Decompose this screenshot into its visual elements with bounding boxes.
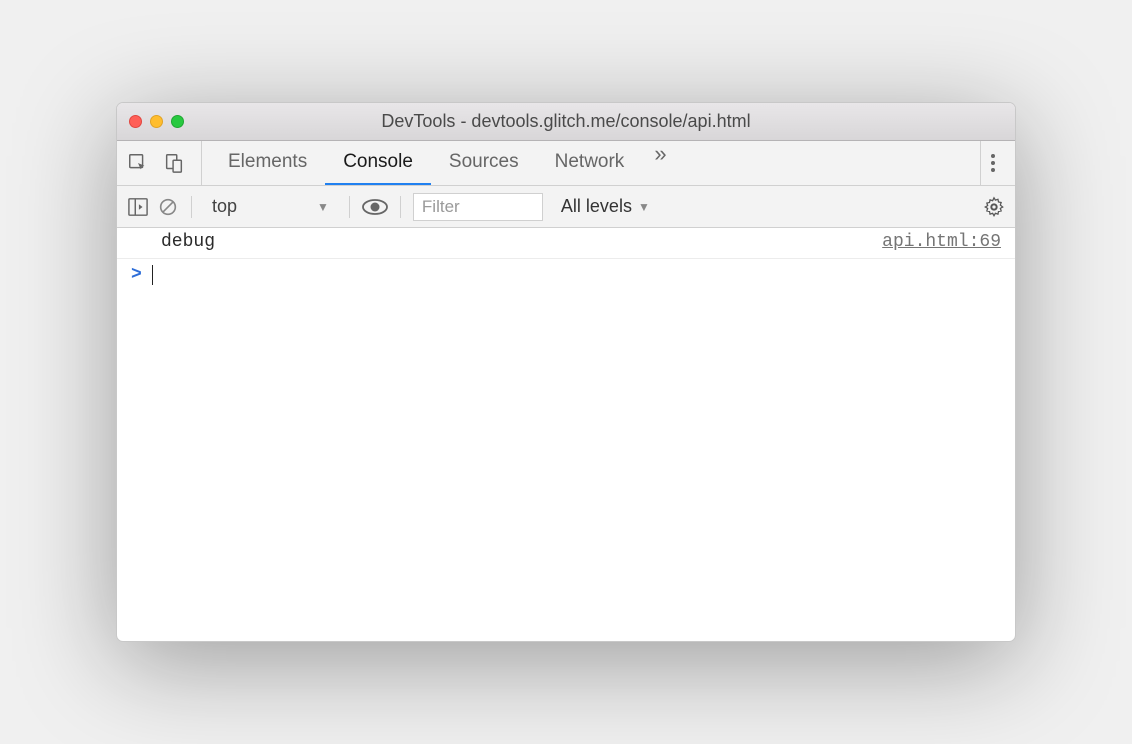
console-sidebar-toggle-icon[interactable] xyxy=(127,197,149,217)
log-levels-select[interactable]: All levels ▼ xyxy=(561,196,650,217)
more-tabs-button[interactable]: » xyxy=(642,141,678,185)
more-options-button[interactable] xyxy=(980,141,1005,185)
filter-input[interactable] xyxy=(413,193,543,221)
toolbar-separator xyxy=(191,196,192,218)
chevron-down-icon: ▼ xyxy=(638,200,650,214)
levels-label: All levels xyxy=(561,196,632,217)
tab-console[interactable]: Console xyxy=(325,141,431,185)
console-log-entry: debug api.html:69 xyxy=(117,228,1015,259)
clear-console-icon[interactable] xyxy=(157,196,179,218)
toolbar-separator xyxy=(400,196,401,218)
log-message: debug xyxy=(161,232,882,252)
console-output: debug api.html:69 > xyxy=(117,228,1015,291)
tab-list: Elements Console Sources Network » xyxy=(210,141,970,185)
console-toolbar: top ▼ All levels ▼ xyxy=(117,186,1015,228)
device-toolbar-icon[interactable] xyxy=(163,152,185,174)
maximize-window-button[interactable] xyxy=(171,115,184,128)
console-settings-icon[interactable] xyxy=(983,196,1005,218)
traffic-lights xyxy=(129,115,184,128)
input-cursor xyxy=(152,265,153,285)
execution-context-select[interactable]: top ▼ xyxy=(204,194,337,219)
context-label: top xyxy=(212,196,237,217)
live-expression-icon[interactable] xyxy=(362,198,388,216)
chevron-down-icon: ▼ xyxy=(317,200,329,214)
minimize-window-button[interactable] xyxy=(150,115,163,128)
devtools-window: DevTools - devtools.glitch.me/console/ap… xyxy=(116,102,1016,642)
devtools-tab-bar: Elements Console Sources Network » xyxy=(117,141,1015,186)
close-window-button[interactable] xyxy=(129,115,142,128)
toolbar-separator xyxy=(349,196,350,218)
window-title: DevTools - devtools.glitch.me/console/ap… xyxy=(117,111,1015,132)
log-source-link[interactable]: api.html:69 xyxy=(882,232,1001,252)
inspect-element-icon[interactable] xyxy=(127,152,149,174)
tab-elements[interactable]: Elements xyxy=(210,141,325,185)
tab-network[interactable]: Network xyxy=(537,141,643,185)
prompt-chevron-icon: > xyxy=(131,265,142,285)
window-titlebar: DevTools - devtools.glitch.me/console/ap… xyxy=(117,103,1015,141)
console-prompt[interactable]: > xyxy=(117,259,1015,291)
tab-sources[interactable]: Sources xyxy=(431,141,537,185)
